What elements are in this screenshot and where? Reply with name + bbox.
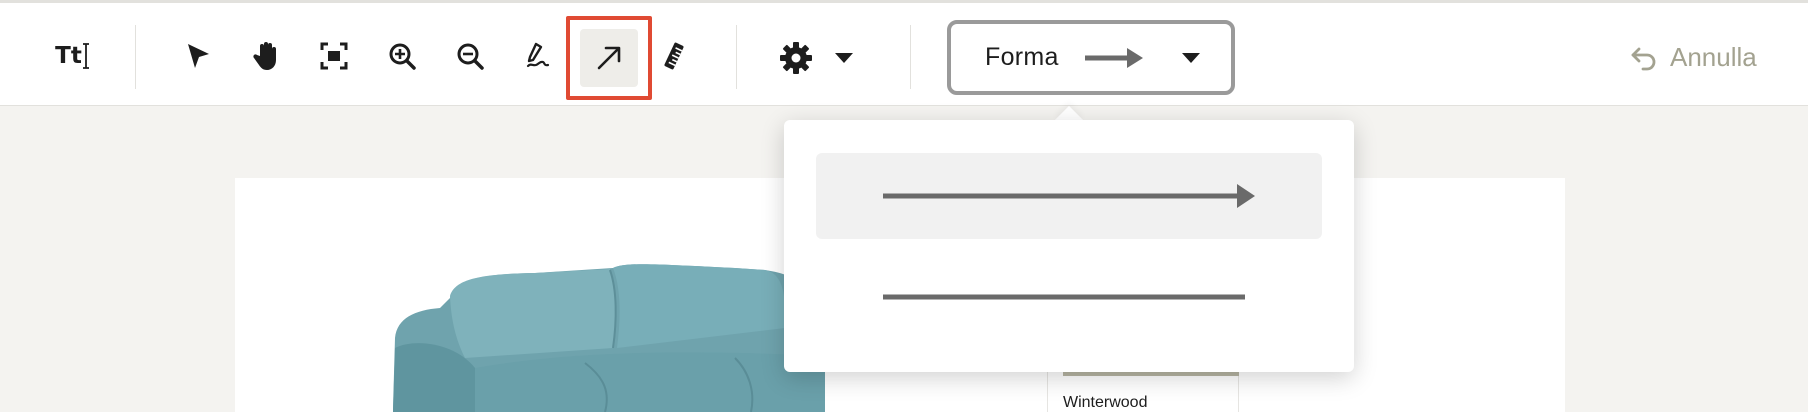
arrow-line-icon (883, 184, 1255, 208)
fit-screen-icon (320, 42, 348, 70)
cursor-arrow-icon (188, 44, 209, 68)
shape-select-label: Forma (985, 43, 1059, 71)
undo-icon (1631, 47, 1656, 71)
toolbar: Tt Forma Annulla (0, 0, 1808, 106)
undo-label: Annulla (1670, 41, 1757, 72)
pen-icon (526, 42, 550, 68)
shape-option-line[interactable] (816, 254, 1322, 340)
fit-screen-button[interactable] (304, 25, 364, 87)
hand-icon (253, 42, 276, 70)
plain-line-icon (883, 294, 1245, 300)
shape-select[interactable]: Forma (947, 20, 1235, 95)
shape-dropdown (784, 120, 1354, 372)
zoom-out-button[interactable] (440, 25, 500, 87)
arrow-tool-button[interactable] (566, 16, 652, 100)
undo-button[interactable]: Annulla (1630, 39, 1757, 75)
pan-tool-button[interactable] (236, 25, 296, 87)
ruler-tool-button[interactable] (644, 25, 704, 87)
arrow-tool-highlight (580, 29, 638, 87)
arrow-line-icon (1084, 47, 1143, 68)
caret-down-icon (835, 53, 853, 63)
shape-option-arrow[interactable] (816, 153, 1322, 239)
pen-tool-button[interactable] (508, 25, 568, 87)
zoom-out-icon (457, 43, 484, 70)
toolbar-divider (736, 25, 737, 89)
toolbar-divider (910, 25, 911, 89)
text-cursor-icon (82, 43, 89, 69)
caret-down-icon (1181, 52, 1200, 63)
select-tool-button[interactable] (168, 25, 228, 87)
zoom-in-icon (389, 43, 416, 70)
ruler-icon (664, 42, 684, 70)
toolbar-divider (135, 25, 136, 89)
zoom-in-button[interactable] (372, 25, 432, 87)
text-size-button[interactable]: Tt (42, 25, 102, 87)
settings-button[interactable] (778, 31, 868, 85)
text-size-icon: Tt (55, 43, 82, 69)
gear-icon (780, 42, 812, 74)
swatch-name: Winterwood (1063, 394, 1148, 411)
arrow-tool-icon (597, 46, 621, 70)
